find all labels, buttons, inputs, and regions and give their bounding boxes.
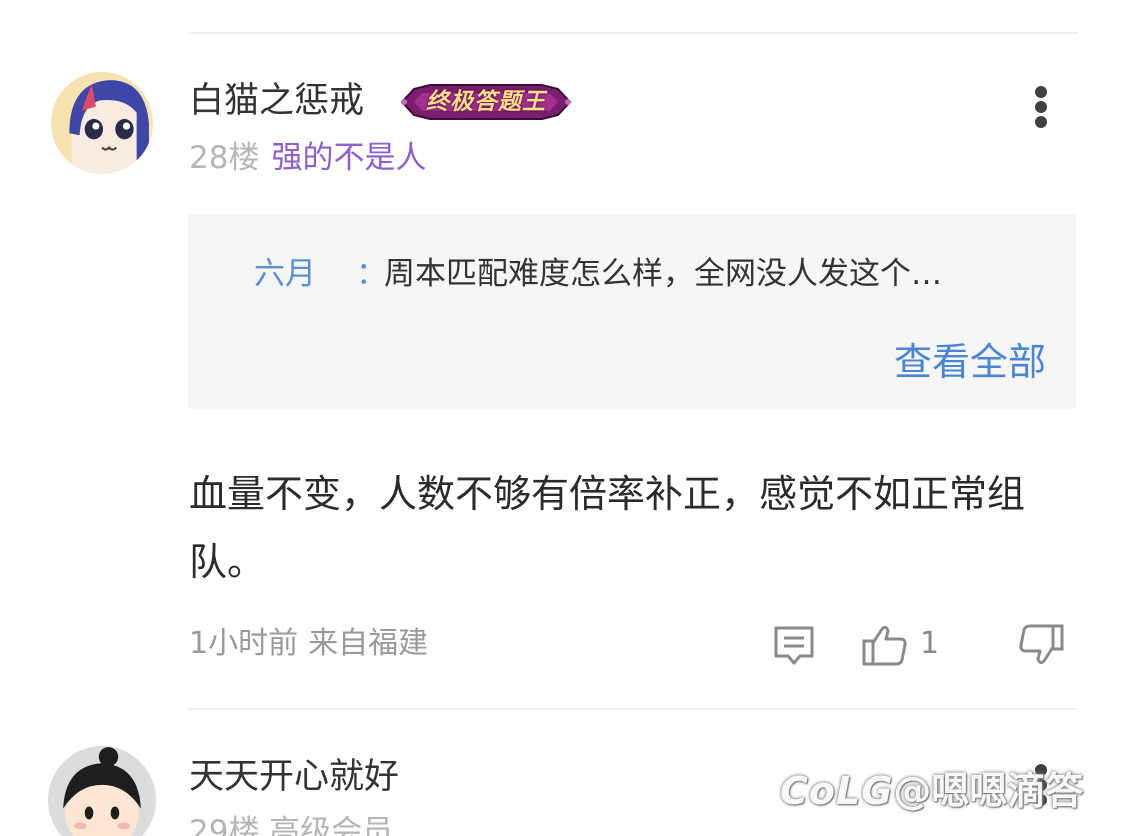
floor-number: 28楼 (189, 140, 260, 176)
user-title: 强的不是人 (271, 140, 427, 176)
badge-label: 终极答题王 (426, 89, 546, 115)
view-all-link[interactable]: 查看全部 (894, 338, 1046, 386)
location: 来自福建 (308, 626, 429, 661)
more-options-button[interactable] (1022, 80, 1062, 130)
quote-colon: ： (356, 256, 387, 292)
username[interactable]: 白猫之惩戒 (189, 78, 364, 124)
comment-feed: 白猫之惩戒 终极答题王 28楼 强的不是人 六月 ： 周本匹配难度怎么样，全网没人… (0, 0, 1125, 836)
floor-info: 28楼 强的不是人 (189, 138, 426, 178)
watermark-handle: @嗯嗯滴答 (893, 769, 1084, 813)
timestamp: 1小时前 (189, 626, 299, 661)
quote-author[interactable]: 六月 (254, 254, 316, 294)
username-2[interactable]: 天天开心就好 (189, 754, 399, 800)
like-count: 1 (920, 626, 940, 661)
comment-meta: 1小时前 来自福建 (189, 624, 428, 664)
dislike-button[interactable] (1016, 622, 1066, 668)
comment-icon (774, 626, 814, 665)
comment-text: 血量不变，人数不够有倍率补正，感觉不如正常组队。 (189, 472, 1026, 584)
like-button[interactable] (860, 622, 910, 668)
achievement-badge: 终极答题王 (396, 79, 576, 125)
quote-text: 周本匹配难度怎么样，全网没人发这个… (384, 256, 942, 292)
watermark-logo: CoLG (780, 769, 894, 813)
divider-comments (188, 708, 1078, 710)
floor-info-2: 29楼 高级会员 (189, 814, 394, 836)
watermark: CoLG@嗯嗯滴答 (780, 766, 1083, 816)
avatar-2[interactable] (48, 746, 156, 836)
thumbs-up-icon (862, 625, 907, 666)
divider-top (188, 32, 1078, 34)
thumbs-down-icon (1019, 624, 1064, 665)
reply-button[interactable] (771, 622, 817, 668)
avatar[interactable] (51, 72, 153, 174)
quoted-reply[interactable]: 六月 ： 周本匹配难度怎么样，全网没人发这个… 查看全部 (188, 214, 1076, 409)
